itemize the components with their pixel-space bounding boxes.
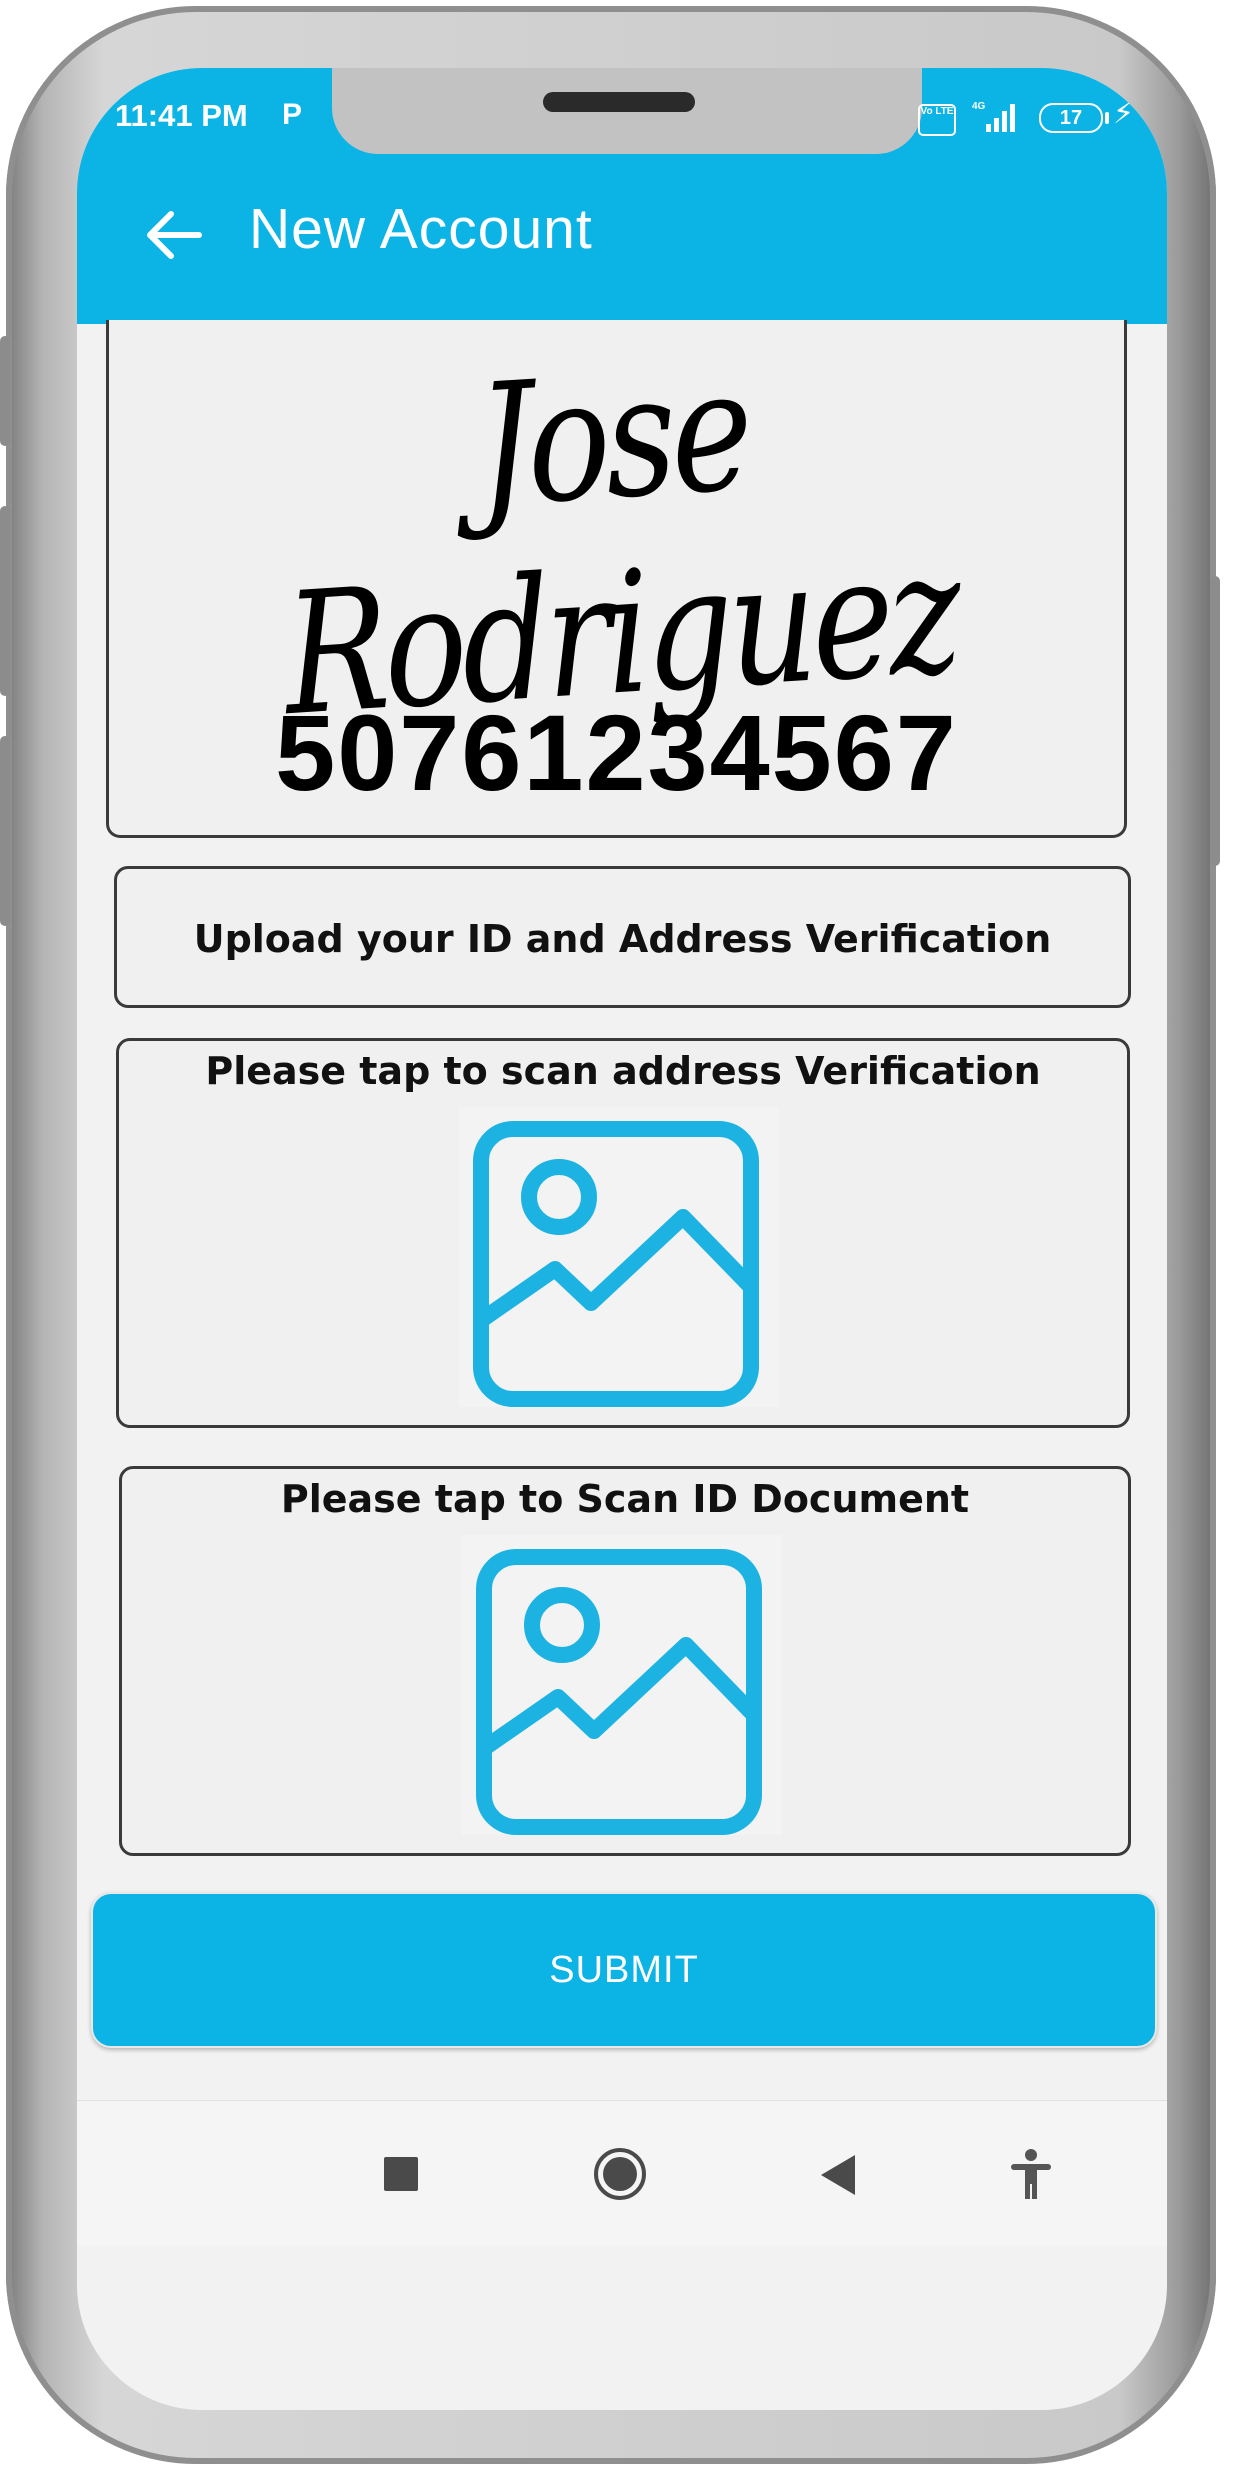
- scan-id-button[interactable]: Please tap to Scan ID Document: [119, 1466, 1131, 1856]
- battery-icon: 17: [1039, 103, 1109, 133]
- scan-address-label: Please tap to scan address Verification: [205, 1049, 1041, 1093]
- phone-screen: 11:41 PM P Vo LTE 4G 17 ⚡ New Account Jo…: [77, 68, 1167, 2410]
- image-placeholder-icon[interactable]: [459, 1107, 779, 1407]
- signal-icon: 4G: [972, 101, 1015, 132]
- system-nav-bar: [77, 2100, 1167, 2246]
- power-button: [0, 736, 10, 926]
- recents-square-icon[interactable]: [384, 2157, 418, 2191]
- volume-button-lower: [0, 506, 10, 696]
- upload-instructions-text: Upload your ID and Address Verification: [193, 917, 1052, 961]
- speaker-grille: [543, 92, 695, 112]
- side-button-right: [1210, 576, 1220, 866]
- status-time: 11:41 PM: [115, 98, 248, 133]
- battery-level: 17: [1059, 107, 1083, 129]
- account-card: Jose Rodriguez 50761234567: [106, 320, 1127, 838]
- upload-instructions: Upload your ID and Address Verification: [114, 866, 1131, 1008]
- home-circle-icon[interactable]: [593, 2147, 647, 2201]
- accessibility-icon[interactable]: [1007, 2147, 1055, 2201]
- account-number: 50761234567: [275, 692, 958, 813]
- scan-address-button[interactable]: Please tap to scan address Verification: [116, 1038, 1130, 1428]
- app-bar: New Account: [77, 154, 1167, 324]
- scan-id-label: Please tap to Scan ID Document: [280, 1477, 970, 1521]
- back-arrow-icon[interactable]: [139, 200, 209, 270]
- volume-button: [0, 336, 10, 446]
- camera-notch: [332, 68, 922, 154]
- charging-icon: ⚡: [1113, 96, 1135, 131]
- phone-frame: 11:41 PM P Vo LTE 4G 17 ⚡ New Account Jo…: [0, 6, 1220, 2464]
- network-type-label: 4G: [972, 101, 986, 112]
- image-placeholder-icon[interactable]: [462, 1535, 782, 1835]
- submit-button[interactable]: SUBMIT: [91, 1892, 1157, 2048]
- status-bar: 11:41 PM P Vo LTE 4G 17 ⚡: [77, 68, 1167, 154]
- parking-icon: P: [282, 98, 303, 131]
- back-triangle-icon[interactable]: [819, 2153, 859, 2197]
- volte-icon: Vo LTE: [918, 104, 956, 136]
- page-title: New Account: [249, 197, 593, 261]
